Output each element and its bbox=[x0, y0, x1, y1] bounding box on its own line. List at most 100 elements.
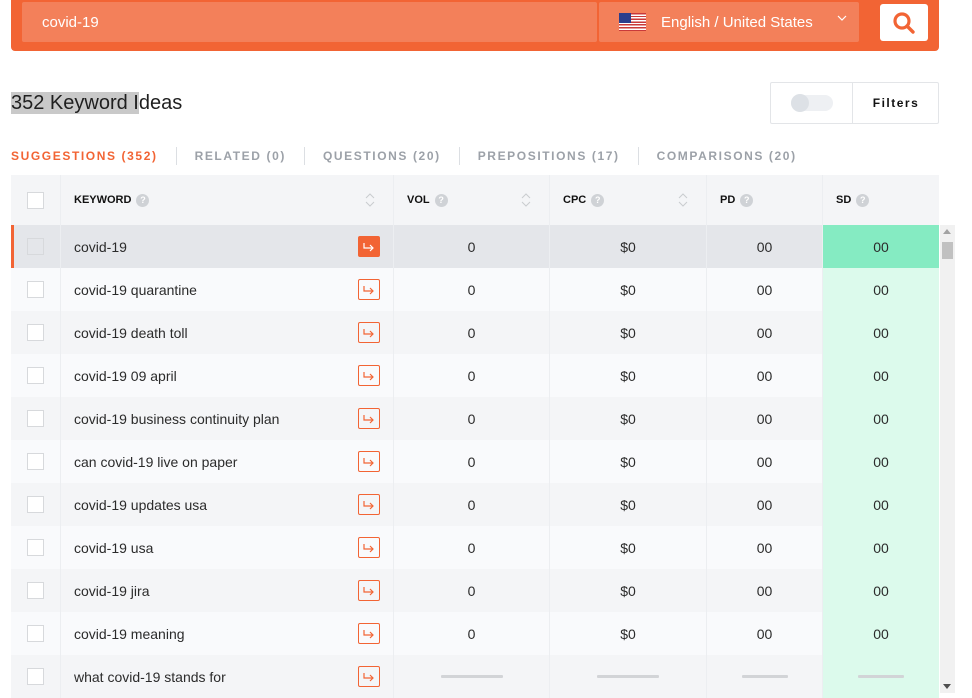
loading-placeholder bbox=[858, 675, 904, 678]
open-keyword-button[interactable] bbox=[358, 494, 380, 515]
open-keyword-icon bbox=[363, 457, 374, 466]
row-checkbox[interactable] bbox=[27, 410, 44, 427]
vol-cell: 0 bbox=[394, 311, 550, 354]
open-keyword-button[interactable] bbox=[358, 537, 380, 558]
filters-button[interactable]: Filters bbox=[853, 83, 939, 123]
sd-cell: 00 bbox=[823, 440, 939, 483]
keyword-text[interactable]: covid-19 meaning bbox=[74, 626, 185, 642]
row-checkbox[interactable] bbox=[27, 496, 44, 513]
column-header-keyword[interactable]: KEYWORD? bbox=[61, 175, 394, 225]
table-row[interactable]: can covid-19 live on paper 0 $0 00 00 bbox=[11, 440, 939, 483]
help-icon[interactable]: ? bbox=[740, 193, 754, 207]
vol-cell: 0 bbox=[394, 268, 550, 311]
select-all-checkbox[interactable] bbox=[27, 191, 44, 209]
open-keyword-button[interactable] bbox=[358, 365, 380, 386]
keyword-text[interactable]: what covid-19 stands for bbox=[74, 669, 226, 685]
keyword-text[interactable]: covid-19 business continuity plan bbox=[74, 411, 279, 427]
open-keyword-button[interactable] bbox=[358, 408, 380, 429]
keyword-text[interactable]: covid-19 jira bbox=[74, 583, 149, 599]
row-select-cell bbox=[11, 569, 61, 612]
help-icon[interactable]: ? bbox=[856, 193, 870, 207]
open-keyword-button[interactable] bbox=[358, 279, 380, 300]
language-location-dropdown[interactable]: English / United States bbox=[599, 2, 859, 42]
column-header-vol[interactable]: VOL? bbox=[394, 175, 550, 225]
tab-comparisons[interactable]: COMPARISONS (20) bbox=[637, 147, 815, 165]
sort-icon[interactable] bbox=[521, 191, 531, 209]
cpc-cell: $0 bbox=[550, 354, 707, 397]
row-checkbox[interactable] bbox=[27, 367, 44, 384]
vol-cell: 0 bbox=[394, 225, 550, 268]
keyword-text[interactable]: covid-19 quarantine bbox=[74, 282, 197, 298]
vol-cell: 0 bbox=[394, 483, 550, 526]
table-row[interactable]: covid-19 death toll 0 $0 00 00 bbox=[11, 311, 939, 354]
row-checkbox[interactable] bbox=[27, 238, 44, 255]
row-checkbox[interactable] bbox=[27, 453, 44, 470]
vol-cell: 0 bbox=[394, 526, 550, 569]
table-scrollbar[interactable] bbox=[940, 225, 955, 693]
table-row[interactable]: covid-19 0 $0 00 00 bbox=[11, 225, 939, 268]
row-checkbox[interactable] bbox=[27, 281, 44, 298]
row-checkbox[interactable] bbox=[27, 582, 44, 599]
help-icon[interactable]: ? bbox=[136, 193, 150, 207]
keyword-cell: covid-19 bbox=[61, 225, 394, 268]
table-row[interactable]: what covid-19 stands for bbox=[11, 655, 939, 698]
table-row[interactable]: covid-19 09 april 0 $0 00 00 bbox=[11, 354, 939, 397]
cpc-cell: $0 bbox=[550, 311, 707, 354]
cpc-cell: $0 bbox=[550, 268, 707, 311]
keyword-tabs: SUGGESTIONS (352) RELATED (0) QUESTIONS … bbox=[11, 147, 815, 165]
row-checkbox[interactable] bbox=[27, 668, 44, 685]
open-keyword-button[interactable] bbox=[358, 451, 380, 472]
select-all-cell bbox=[11, 175, 61, 225]
column-header-pd[interactable]: PD? bbox=[707, 175, 823, 225]
filters-toggle[interactable] bbox=[791, 94, 833, 112]
keyword-cell: covid-19 jira bbox=[61, 569, 394, 612]
keyword-ideas-count: 352 Keyword Ideas bbox=[11, 92, 183, 114]
keyword-text[interactable]: covid-19 updates usa bbox=[74, 497, 207, 513]
sort-icon[interactable] bbox=[678, 191, 688, 209]
column-header-sd[interactable]: SD? bbox=[823, 175, 939, 225]
column-header-cpc[interactable]: CPC? bbox=[550, 175, 707, 225]
open-keyword-button[interactable] bbox=[358, 623, 380, 644]
help-icon[interactable]: ? bbox=[591, 193, 605, 207]
row-checkbox[interactable] bbox=[27, 539, 44, 556]
open-keyword-button[interactable] bbox=[358, 666, 380, 687]
keyword-cell: covid-19 quarantine bbox=[61, 268, 394, 311]
table-row[interactable]: covid-19 quarantine 0 $0 00 00 bbox=[11, 268, 939, 311]
open-keyword-button[interactable] bbox=[358, 236, 380, 257]
row-select-cell bbox=[11, 612, 61, 655]
scroll-down-arrow-icon[interactable] bbox=[943, 684, 951, 689]
tab-suggestions[interactable]: SUGGESTIONS (352) bbox=[11, 147, 176, 165]
pd-cell: 00 bbox=[707, 268, 823, 311]
row-checkbox[interactable] bbox=[27, 625, 44, 642]
open-keyword-button[interactable] bbox=[358, 580, 380, 601]
row-select-cell bbox=[11, 311, 61, 354]
pd-cell: 00 bbox=[707, 397, 823, 440]
keyword-cell: covid-19 death toll bbox=[61, 311, 394, 354]
table-row[interactable]: covid-19 jira 0 $0 00 00 bbox=[11, 569, 939, 612]
sort-icon[interactable] bbox=[365, 191, 375, 209]
tab-related[interactable]: RELATED (0) bbox=[175, 147, 304, 165]
help-icon[interactable]: ? bbox=[434, 193, 448, 207]
open-keyword-button[interactable] bbox=[358, 322, 380, 343]
table-row[interactable]: covid-19 usa 0 $0 00 00 bbox=[11, 526, 939, 569]
pd-cell: 00 bbox=[707, 612, 823, 655]
row-checkbox[interactable] bbox=[27, 324, 44, 341]
scroll-thumb[interactable] bbox=[942, 242, 953, 259]
table-row[interactable]: covid-19 updates usa 0 $0 00 00 bbox=[11, 483, 939, 526]
scroll-up-arrow-icon[interactable] bbox=[943, 229, 951, 234]
keyword-text[interactable]: covid-19 bbox=[74, 239, 127, 255]
search-button[interactable] bbox=[880, 4, 928, 41]
keyword-text[interactable]: can covid-19 live on paper bbox=[74, 454, 237, 470]
tab-questions[interactable]: QUESTIONS (20) bbox=[303, 147, 459, 165]
tab-prepositions[interactable]: PREPOSITIONS (17) bbox=[458, 147, 638, 165]
keyword-search-input[interactable] bbox=[22, 2, 597, 42]
pd-cell: 00 bbox=[707, 483, 823, 526]
table-row[interactable]: covid-19 business continuity plan 0 $0 00 00 bbox=[11, 397, 939, 440]
keyword-text[interactable]: covid-19 death toll bbox=[74, 325, 188, 341]
cpc-cell: $0 bbox=[550, 225, 707, 268]
keyword-text[interactable]: covid-19 09 april bbox=[74, 368, 177, 384]
sd-cell: 00 bbox=[823, 397, 939, 440]
keyword-text[interactable]: covid-19 usa bbox=[74, 540, 153, 556]
sd-cell bbox=[823, 655, 939, 698]
table-row[interactable]: covid-19 meaning 0 $0 00 00 bbox=[11, 612, 939, 655]
